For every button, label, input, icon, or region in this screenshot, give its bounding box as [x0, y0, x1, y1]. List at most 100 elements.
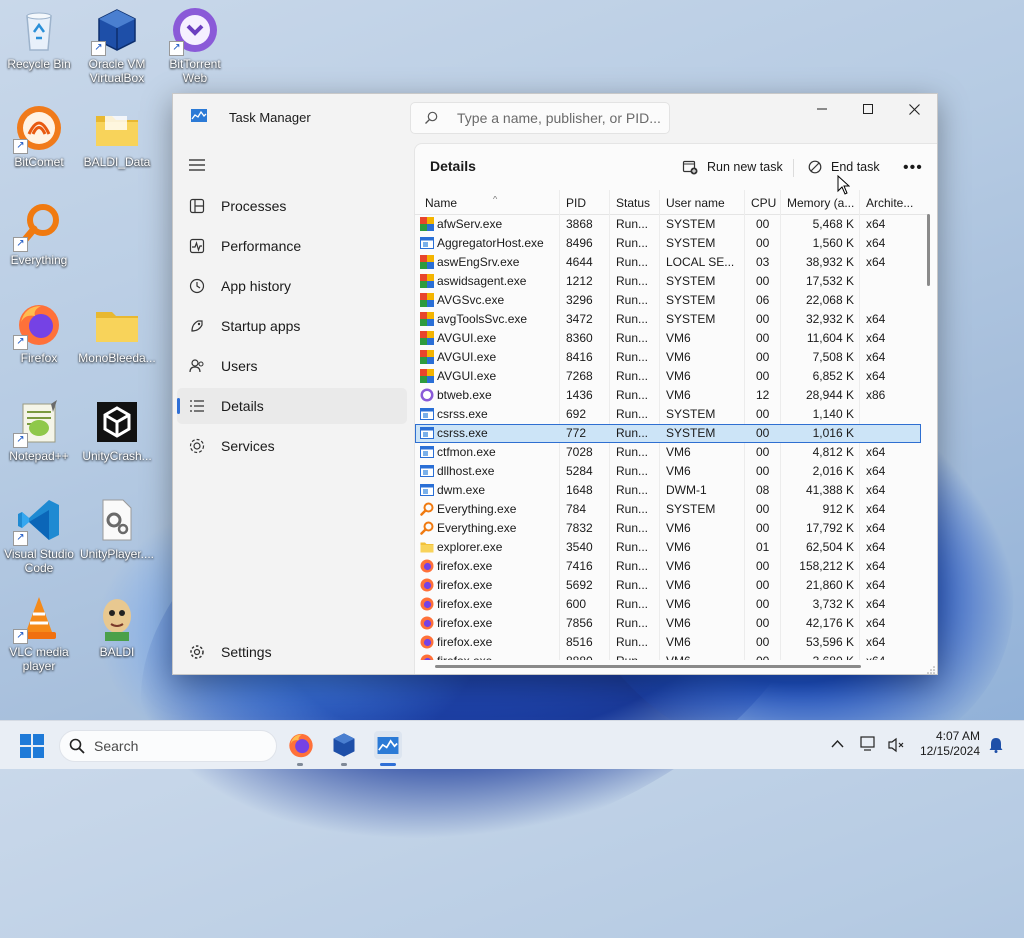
performance-icon — [189, 238, 205, 254]
column-header-pid[interactable]: PID — [566, 196, 606, 210]
column-header-cpu[interactable]: CPU — [751, 196, 781, 210]
desktop-icon-unitycrash[interactable]: UnityCrash... — [78, 398, 156, 463]
table-row[interactable]: AggregatorHost.exe 8496 Run... SYSTEM 00 1,56… — [415, 234, 921, 253]
nav-item-users[interactable]: Users — [177, 348, 407, 384]
cell-user: SYSTEM — [666, 236, 716, 250]
close-button[interactable] — [891, 94, 937, 124]
end-task-label: End task — [831, 160, 880, 174]
table-row[interactable]: AVGUI.exe 8360 Run... VM6 00 11,604 K x64 — [415, 329, 921, 348]
table-row[interactable]: dwm.exe 1648 Run... DWM-1 08 41,388 K x64 — [415, 481, 921, 500]
start-button[interactable] — [20, 734, 44, 758]
desktop-icon-baldi[interactable]: BALDI — [78, 594, 156, 659]
table-row[interactable]: AVGSvc.exe 3296 Run... SYSTEM 06 22,068 K — [415, 291, 921, 310]
desktop-icon-label: BALDI — [99, 645, 135, 659]
cell-name: firefox.exe — [437, 654, 557, 660]
desktop-icon-bittorrent-web[interactable]: ↗ BitTorrent Web — [156, 6, 234, 85]
desktop-icon-recycle-bin[interactable]: Recycle Bin — [0, 6, 78, 71]
table-row[interactable]: aswidsagent.exe 1212 Run... SYSTEM 00 17,532 … — [415, 272, 921, 291]
cell-arch: x64 — [866, 635, 886, 649]
table-row[interactable]: avgToolsSvc.exe 3472 Run... SYSTEM 00 32,932 … — [415, 310, 921, 329]
notification-bell-icon[interactable] — [989, 737, 1003, 753]
end-task-icon — [808, 160, 822, 174]
nav-item-settings[interactable]: Settings — [177, 634, 407, 670]
nav-item-services[interactable]: Services — [177, 428, 407, 464]
bitcomet-icon: ↗ — [13, 104, 63, 154]
desktop-icon-vlc[interactable]: ↗ VLC media player — [0, 594, 78, 673]
table-row[interactable]: AVGUI.exe 7268 Run... VM6 00 6,852 K x64 — [415, 367, 921, 386]
cell-name: AVGUI.exe — [437, 331, 497, 345]
volume-muted-icon[interactable] — [887, 737, 905, 753]
column-header-architecture[interactable]: Archite... — [866, 196, 921, 210]
maximize-button[interactable] — [845, 94, 891, 124]
table-row[interactable]: Everything.exe 7832 Run... VM6 00 17,792 K x64 — [415, 519, 921, 538]
network-icon[interactable] — [860, 736, 878, 752]
resize-grip-icon[interactable] — [927, 666, 935, 674]
nav-item-processes[interactable]: Processes — [177, 188, 407, 224]
table-row[interactable]: csrss.exe 692 Run... SYSTEM 00 1,140 K — [415, 405, 921, 424]
cell-status: Run... — [616, 654, 656, 660]
hamburger-menu-button[interactable] — [189, 158, 205, 172]
table-row[interactable]: aswEngSrv.exe 4644 Run... LOCAL SE... 03 38,9… — [415, 253, 921, 272]
nav-item-startup-apps[interactable]: Startup apps — [177, 308, 407, 344]
show-hidden-icons-chevron-up-icon[interactable] — [831, 739, 844, 748]
table-row[interactable]: firefox.exe 5692 Run... VM6 00 21,860 K x64 — [415, 576, 921, 595]
taskbar-search[interactable]: Search — [59, 730, 277, 762]
title-bar[interactable]: Task Manager Type a name, publisher, or … — [173, 94, 937, 140]
desktop-icon-unityplayer[interactable]: UnityPlayer.... — [78, 496, 156, 561]
cell-cpu: 00 — [756, 426, 770, 440]
table-row[interactable]: Everything.exe 784 Run... SYSTEM 00 912 K x64 — [415, 500, 921, 519]
cell-mem: 3,680 K — [781, 654, 854, 660]
cell-mem: 2,016 K — [812, 464, 854, 478]
table-row[interactable]: firefox.exe 7416 Run... VM6 00 158,212 K x64 — [415, 557, 921, 576]
taskbar-app-task-manager[interactable] — [374, 731, 402, 759]
column-header-memory[interactable]: Memory (a... — [787, 196, 859, 210]
search-input[interactable]: Type a name, publisher, or PID... — [410, 102, 670, 134]
table-row-selected[interactable]: csrss.exe 772 Run... SYSTEM 00 1,016 K — [415, 424, 921, 443]
vertical-scrollbar[interactable] — [927, 214, 930, 286]
desktop-icon-label: BALDI_Data — [83, 155, 151, 169]
minimize-button[interactable] — [799, 94, 845, 124]
taskbar-app-virtualbox[interactable] — [330, 731, 358, 759]
cell-pid: 8416 — [566, 350, 593, 364]
table-row[interactable]: firefox.exe 8880 Run... VM6 00 3,680 K x64 — [415, 652, 921, 660]
shortcut-arrow-icon: ↗ — [13, 335, 28, 350]
column-header-name[interactable]: ^ Name — [425, 196, 555, 210]
table-row[interactable]: ctfmon.exe 7028 Run... VM6 00 4,812 K x64 — [415, 443, 921, 462]
desktop-icon-notepadpp[interactable]: ↗ Notepad++ — [0, 398, 78, 463]
shortcut-arrow-icon: ↗ — [13, 531, 28, 546]
table-row[interactable]: firefox.exe 600 Run... VM6 00 3,732 K x64 — [415, 595, 921, 614]
cell-cpu: 00 — [756, 350, 770, 364]
nav-item-performance[interactable]: Performance — [177, 228, 407, 264]
nav-item-label: App history — [221, 278, 292, 294]
table-row[interactable]: firefox.exe 7856 Run... VM6 00 42,176 K x64 — [415, 614, 921, 633]
column-header-status[interactable]: Status — [616, 196, 656, 210]
table-row[interactable]: dllhost.exe 5284 Run... VM6 00 2,016 K x64 — [415, 462, 921, 481]
desktop-icon-everything[interactable]: ↗ Everything — [0, 202, 78, 267]
system-clock[interactable]: 4:07 AM 12/15/2024 — [912, 729, 980, 759]
cell-cpu: 00 — [756, 464, 770, 478]
app-window-icon — [420, 464, 434, 478]
more-options-button[interactable]: ••• — [903, 159, 923, 177]
cell-name: dwm.exe — [437, 483, 486, 497]
nav-item-details[interactable]: Details — [177, 388, 407, 424]
virtualbox-icon: ↗ — [91, 6, 141, 56]
run-new-task-button[interactable]: Run new task — [682, 152, 783, 182]
desktop-icon-vscode[interactable]: ↗ Visual Studio Code — [0, 496, 78, 575]
column-header-user-name[interactable]: User name — [666, 196, 746, 210]
nav-item-app-history[interactable]: App history — [177, 268, 407, 304]
cell-cpu: 00 — [756, 407, 770, 421]
cell-cpu: 00 — [756, 654, 776, 660]
table-row[interactable]: AVGUI.exe 8416 Run... VM6 00 7,508 K x64 — [415, 348, 921, 367]
desktop-icon-bitcomet[interactable]: ↗ BitComet — [0, 104, 78, 169]
desktop-icon-firefox[interactable]: ↗ Firefox — [0, 300, 78, 365]
desktop-icon-virtualbox[interactable]: ↗ Oracle VM VirtualBox — [78, 6, 156, 85]
horizontal-scrollbar[interactable] — [435, 665, 861, 668]
table-row[interactable]: btweb.exe 1436 Run... VM6 12 28,944 K x86 — [415, 386, 921, 405]
desktop-icon-baldi-data[interactable]: BALDI_Data — [78, 104, 156, 169]
taskbar-app-firefox[interactable] — [287, 731, 315, 759]
table-row[interactable]: afwServ.exe 3868 Run... SYSTEM 00 5,468 K x64 — [415, 215, 921, 234]
cell-status: Run... — [616, 502, 649, 516]
table-row[interactable]: firefox.exe 8516 Run... VM6 00 53,596 K x64 — [415, 633, 921, 652]
desktop-icon-monobleeding[interactable]: MonoBleeda... — [78, 300, 156, 365]
table-row[interactable]: explorer.exe 3540 Run... VM6 01 62,504 K x64 — [415, 538, 921, 557]
